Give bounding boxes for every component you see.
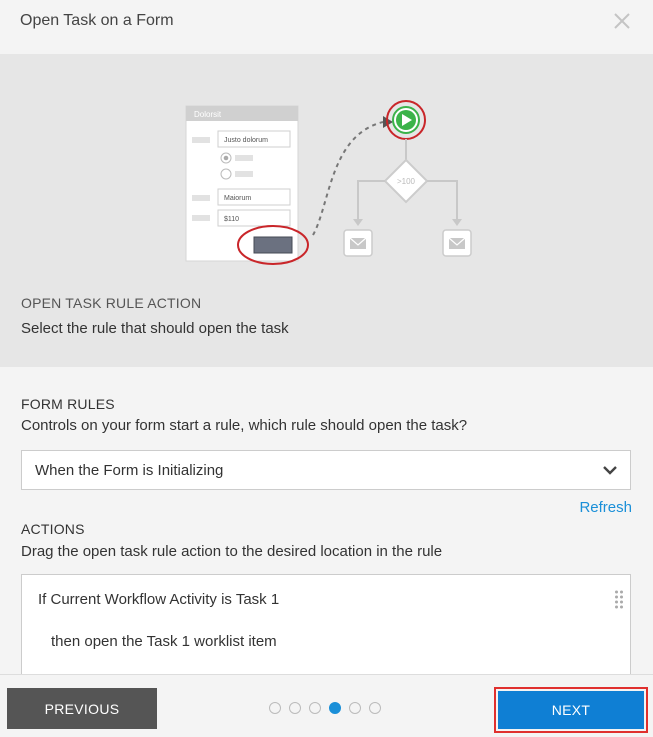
drag-handle-icon[interactable] xyxy=(614,589,624,614)
actions-description: Drag the open task rule action to the de… xyxy=(21,543,443,560)
step-dot-5[interactable] xyxy=(349,702,361,714)
hero-subheading: Select the rule that should open the tas… xyxy=(21,320,289,337)
previous-button[interactable]: PREVIOUS xyxy=(7,688,157,729)
step-dot-1[interactable] xyxy=(269,702,281,714)
open-task-action-item[interactable]: then open the Task 1 worklist item xyxy=(51,633,277,650)
rule-flow-illustration: Dolorsit Justo dolorum Maiorum $110 >100 xyxy=(185,100,472,265)
start-node-icon xyxy=(386,100,426,140)
decision-node: >100 xyxy=(383,158,429,204)
form-rules-label: FORM RULES xyxy=(21,396,115,412)
form-preview-title: Dolorsit xyxy=(194,110,222,119)
form-preview-field-1: Justo dolorum xyxy=(224,137,268,144)
actions-label: ACTIONS xyxy=(21,521,85,537)
form-preview-field-3: $110 xyxy=(224,216,239,223)
step-dot-3[interactable] xyxy=(309,702,321,714)
rule-actions-panel: If Current Workflow Activity is Task 1 t… xyxy=(21,574,631,674)
chevron-down-icon xyxy=(602,463,618,481)
form-rule-select[interactable]: When the Form is Initializing xyxy=(21,450,631,490)
step-indicator xyxy=(269,702,381,714)
step-dot-4-current[interactable] xyxy=(329,702,341,714)
dialog-title: Open Task on a Form xyxy=(20,12,174,29)
next-button[interactable]: NEXT xyxy=(498,691,644,729)
decision-label: >100 xyxy=(397,177,416,186)
step-dot-6[interactable] xyxy=(369,702,381,714)
form-preview: Dolorsit Justo dolorum Maiorum $110 xyxy=(185,105,309,265)
step-dot-2[interactable] xyxy=(289,702,301,714)
form-rule-selected-value: When the Form is Initializing xyxy=(35,462,224,479)
email-node-icon xyxy=(343,229,373,257)
close-icon[interactable] xyxy=(611,10,633,32)
next-button-highlight: NEXT xyxy=(494,687,648,733)
dialog-header: Open Task on a Form xyxy=(0,0,653,55)
refresh-link[interactable]: Refresh xyxy=(579,499,632,516)
rule-condition-text: If Current Workflow Activity is Task 1 xyxy=(38,591,280,608)
wizard-dialog: Open Task on a Form Dolorsit Justo dolor… xyxy=(0,0,653,737)
illustration-panel: Dolorsit Justo dolorum Maiorum $110 >100… xyxy=(0,55,653,367)
email-node-icon xyxy=(442,229,472,257)
hero-heading: OPEN TASK RULE ACTION xyxy=(21,295,202,311)
form-preview-field-2: Maiorum xyxy=(224,195,251,202)
dialog-footer: PREVIOUS NEXT xyxy=(0,674,653,737)
form-rules-description: Controls on your form start a rule, whic… xyxy=(21,417,468,434)
